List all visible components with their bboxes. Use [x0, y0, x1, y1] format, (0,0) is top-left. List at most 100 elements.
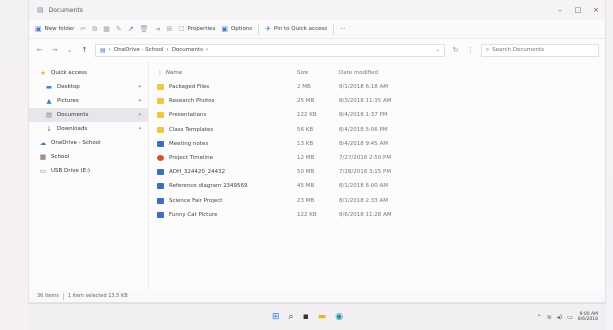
file-name: Meeting notes	[169, 140, 209, 147]
wifi-icon[interactable]: ≋	[547, 314, 552, 321]
file-explorer-window: ▤ Documents – □ × ▣ New folder ✂ ⧉ ▦ ✎ ↗…	[28, 0, 606, 303]
search-input[interactable]	[492, 47, 593, 53]
sidebar-item[interactable]: ▭ USB Drive (E:)	[29, 164, 148, 178]
ppt-icon	[157, 155, 164, 162]
new-folder-button[interactable]: ▣ New folder	[35, 25, 74, 33]
properties-button[interactable]: ☐ Properties	[178, 25, 215, 33]
breadcrumb-onedrive[interactable]: OneDrive - School	[114, 47, 164, 53]
search-taskbar-icon[interactable]: ⌕	[289, 312, 294, 322]
file-date: 8/1/2018 6:18 AM	[339, 84, 389, 91]
file-row[interactable]: Research Photos 25 MB 8/3/2018 11:35 AM	[149, 94, 605, 108]
file-row[interactable]: Class Templates 56 KB 8/4/2018 5:06 PM	[149, 123, 605, 137]
cloud-icon: ☁	[39, 139, 47, 147]
copy-to-icon[interactable]: ⊞	[166, 25, 172, 33]
edge-browser-icon[interactable]: ◉	[335, 312, 343, 322]
file-name-cell: Presentations	[149, 112, 297, 119]
address-bar[interactable]: ▤ › OneDrive - School › Documents › ⌄	[95, 43, 445, 57]
file-name: Funny Cat Picture	[169, 211, 218, 218]
sidebar-item-label: Downloads	[57, 126, 88, 132]
sidebar-item[interactable]: ☁ OneDrive - School	[29, 136, 148, 150]
minimize-button[interactable]: –	[551, 6, 569, 14]
sidebar-item[interactable]: ▦ School	[29, 150, 148, 164]
file-name: Presentations	[169, 112, 207, 119]
forward-arrow-icon[interactable]: →	[50, 46, 59, 54]
pin-quick-access-button[interactable]: ✈ Pin to Quick access	[265, 25, 327, 33]
system-tray: ⌃ ≋ ◂) ▭ 9:00 AM 8/6/2018	[537, 312, 606, 322]
copy-icon[interactable]: ⧉	[92, 25, 97, 34]
back-arrow-icon[interactable]: ←	[35, 46, 44, 54]
sidebar-item[interactable]: ▬ Desktop ✦	[29, 80, 148, 94]
delete-icon[interactable]: 🗑	[140, 25, 149, 33]
download-icon: ↓	[46, 125, 52, 133]
column-header-name[interactable]: | Name	[149, 70, 297, 76]
file-row[interactable]: Packaged Files 2 MB 8/1/2018 6:18 AM	[149, 80, 605, 94]
tray-overflow-icon[interactable]: ⌃	[537, 314, 542, 321]
doc-icon	[157, 140, 164, 147]
file-name: Reference diagram 2349569	[169, 183, 248, 190]
file-name-cell: Meeting notes	[149, 140, 297, 147]
file-size: 2 MB	[297, 84, 311, 91]
search-icon: ⌕	[486, 46, 490, 53]
refresh-icon[interactable]: ↻	[451, 46, 460, 54]
file-date: 8/1/2018 2:33 AM	[339, 197, 389, 204]
file-row[interactable]: Meeting notes 13 KB 8/4/2018 9:45 AM	[149, 137, 605, 151]
file-row[interactable]: ADH_324420_24432 50 MB 7/28/2018 3:15 PM	[149, 165, 605, 179]
breadcrumb-documents[interactable]: Documents	[172, 47, 203, 53]
search-box[interactable]: ⌕	[481, 43, 599, 57]
file-name-cell: Project Timeline	[149, 155, 297, 162]
folder-icon	[157, 84, 164, 91]
file-name: Research Photos	[169, 98, 215, 105]
task-view-icon[interactable]: ▪	[303, 312, 309, 322]
sidebar-item-label: USB Drive (E:)	[51, 168, 91, 174]
file-explorer-taskbar-icon[interactable]: ▬	[318, 312, 327, 322]
file-row[interactable]: Project Timeline 12 MB 7/27/2018 2:50 PM	[149, 151, 605, 165]
file-name: Packaged Files	[169, 84, 210, 91]
file-date: 8/3/2018 11:35 AM	[339, 98, 392, 105]
paste-icon[interactable]: ▦	[103, 25, 110, 33]
more-button[interactable]: ···	[340, 26, 345, 32]
file-date: 8/4/2018 9:45 AM	[339, 140, 389, 147]
volume-icon[interactable]: ◂)	[557, 314, 562, 321]
sidebar-item[interactable]: ▤ Documents ✦	[29, 108, 148, 122]
start-icon[interactable]: ⊞	[272, 312, 280, 322]
share-icon[interactable]: ↗	[128, 25, 134, 33]
pin-icon: ✈	[265, 25, 272, 33]
up-arrow-icon[interactable]: ↑	[80, 46, 89, 54]
maximize-button[interactable]: □	[569, 6, 587, 14]
options-button[interactable]: ▣ Options	[221, 25, 252, 33]
sidebar-item[interactable]: ★ Quick access	[29, 66, 148, 80]
sidebar-item-label: Quick access	[51, 70, 87, 76]
file-size: 13 KB	[297, 140, 314, 147]
sidebar-item-label: School	[51, 154, 70, 160]
move-icon[interactable]: ⇥	[154, 25, 160, 33]
drive-icon: ▤	[100, 46, 106, 54]
file-name-cell: ADH_324420_24432	[149, 169, 297, 176]
file-row[interactable]: Science Fair Project 23 MB 8/1/2018 2:33 A…	[149, 194, 605, 208]
file-name-cell: Science Fair Project	[149, 197, 297, 204]
pin-icon: ✦	[137, 84, 142, 90]
pin-icon: ✦	[137, 126, 142, 132]
sidebar-item[interactable]: ▲ Pictures ✦	[29, 94, 148, 108]
recent-chevron-icon[interactable]: ⌄	[65, 46, 74, 54]
address-dropdown-icon[interactable]: ⌄	[435, 47, 440, 53]
file-name: Class Templates	[169, 126, 214, 133]
sidebar-item[interactable]: ↓ Downloads ✦	[29, 122, 148, 136]
folder-icon: ▤	[37, 6, 44, 14]
file-row[interactable]: Reference diagram 2349569 45 MB 8/1/2018 6…	[149, 179, 605, 193]
file-size: 23 MB	[297, 197, 315, 204]
battery-icon[interactable]: ▭	[567, 314, 573, 321]
clock[interactable]: 9:00 AM 8/6/2018	[578, 312, 598, 322]
file-row[interactable]: Funny Cat Picture 122 KB 8/6/2018 11:28 AM	[149, 208, 605, 222]
taskbar: ⊞ ⌕ ▪ ▬ ◉ ⌃ ≋ ◂) ▭ 9:00 AM 8/6/2018	[28, 303, 606, 330]
view-options-icon[interactable]: ⋮	[466, 46, 475, 54]
column-header-date[interactable]: Date modified	[339, 70, 459, 76]
folder-icon	[157, 112, 164, 119]
pdf-icon	[157, 169, 164, 176]
navigation-pane: ★ Quick access ▬ Desktop ✦ ▲ Pictures ✦ ▤ Documen…	[29, 61, 149, 290]
rename-icon[interactable]: ✎	[116, 25, 122, 33]
breadcrumb-separator: ›	[206, 47, 209, 53]
file-row[interactable]: Presentations 122 KB 8/4/2018 1:37 PM	[149, 108, 605, 122]
cut-icon[interactable]: ✂	[80, 25, 86, 33]
close-button[interactable]: ×	[587, 6, 605, 14]
column-header-size[interactable]: Size	[297, 70, 339, 76]
